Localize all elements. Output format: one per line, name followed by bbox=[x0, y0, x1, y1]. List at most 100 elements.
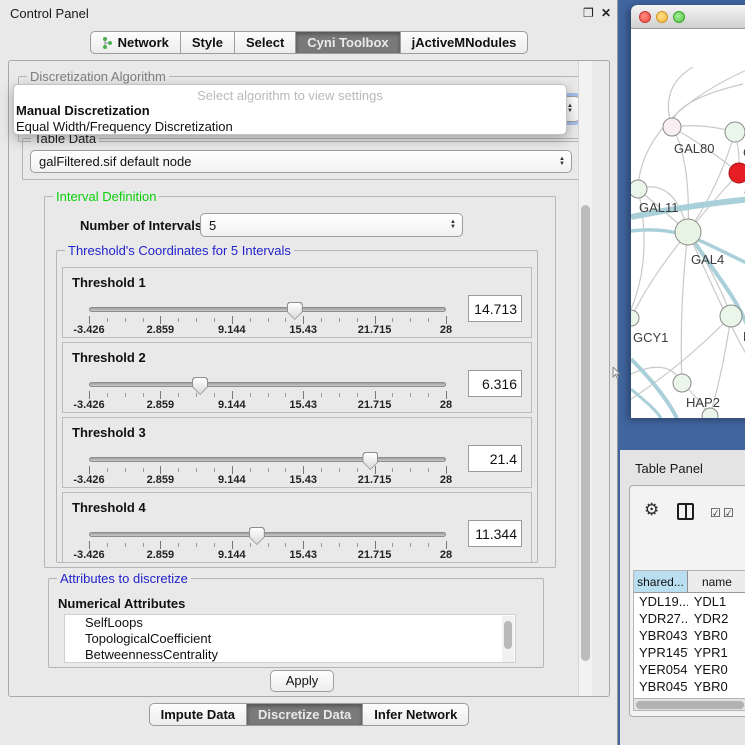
column-header-name[interactable]: name bbox=[688, 571, 745, 592]
tick-mark bbox=[357, 393, 358, 397]
threshold-label: Threshold 3 bbox=[72, 425, 146, 440]
tick-label: 15.43 bbox=[289, 399, 317, 411]
attribute-items: SelfLoopsTopologicalCoefficientBetweenne… bbox=[65, 615, 515, 663]
table-row[interactable]: YER054CYER0 bbox=[634, 661, 745, 678]
tab-network[interactable]: Network bbox=[90, 31, 181, 54]
node-red-selected[interactable] bbox=[729, 163, 745, 183]
tab-select[interactable]: Select bbox=[235, 31, 296, 54]
algorithm-dropdown-popup: Select algorithm to view settings Manual… bbox=[13, 84, 567, 135]
tick-mark bbox=[143, 468, 144, 472]
network-canvas[interactable]: GAL80 G GAL11 C GAL4 GCY1 H HAP2 bbox=[631, 29, 745, 418]
table-row[interactable]: YDR27...YDR2 bbox=[634, 610, 745, 627]
scrollbar-thumb[interactable] bbox=[636, 701, 744, 709]
tick-mark bbox=[160, 391, 161, 399]
node-top-right[interactable] bbox=[725, 122, 745, 142]
tick-mark bbox=[143, 543, 144, 547]
threshold-2-value-field[interactable]: 6.316 bbox=[468, 370, 522, 397]
mac-close-button[interactable] bbox=[639, 11, 651, 23]
attribute-item[interactable]: BetweennessCentrality bbox=[65, 647, 515, 663]
tick-mark bbox=[357, 468, 358, 472]
node-gcy1[interactable] bbox=[631, 310, 639, 326]
close-icon[interactable]: ✕ bbox=[601, 6, 611, 20]
tick-mark bbox=[214, 393, 215, 397]
table-row[interactable]: YBR045CYBR0 bbox=[634, 678, 745, 695]
apply-button[interactable]: Apply bbox=[270, 670, 334, 692]
tick-mark bbox=[339, 393, 340, 397]
float-window-icon[interactable]: ❐ bbox=[583, 6, 594, 20]
node-gal80[interactable] bbox=[663, 118, 681, 136]
content-vertical-scrollbar[interactable] bbox=[578, 61, 592, 696]
table-row[interactable]: YBR043CYBR0 bbox=[634, 627, 745, 644]
tick-mark bbox=[125, 318, 126, 322]
scrollbar-thumb[interactable] bbox=[581, 205, 590, 661]
slider-scale-labels: -3.4262.8599.14415.4321.71528 bbox=[89, 324, 446, 336]
tick-mark bbox=[392, 318, 393, 322]
table-horizontal-scrollbar[interactable] bbox=[633, 698, 745, 711]
numerical-attributes-list[interactable]: SelfLoopsTopologicalCoefficientBetweenne… bbox=[64, 614, 516, 663]
group-title: Interval Definition bbox=[53, 190, 159, 203]
threshold-1-value-field[interactable]: 14.713 bbox=[468, 295, 522, 322]
number-of-intervals-select[interactable]: 5 ▲▼ bbox=[200, 213, 463, 237]
tick-mark bbox=[196, 468, 197, 472]
node-gal11[interactable] bbox=[631, 180, 647, 198]
network-graph-svg: GAL80 G GAL11 C GAL4 GCY1 H HAP2 bbox=[631, 29, 745, 418]
columns-icon[interactable] bbox=[677, 503, 694, 520]
tab-label: Select bbox=[246, 35, 284, 50]
tick-label: 15.43 bbox=[289, 474, 317, 486]
tick-mark bbox=[339, 468, 340, 472]
tick-mark bbox=[428, 468, 429, 472]
threshold-4-slider[interactable] bbox=[89, 532, 446, 537]
threshold-3-slider[interactable] bbox=[89, 457, 446, 462]
scrollbar-thumb[interactable] bbox=[504, 621, 512, 649]
checkbox-icon[interactable]: ☑ bbox=[710, 506, 721, 520]
tick-mark bbox=[339, 543, 340, 547]
node-hap2[interactable] bbox=[673, 374, 691, 392]
popup-option[interactable]: Manual Discretization bbox=[14, 103, 566, 119]
cell-name: YBR0 bbox=[688, 627, 745, 644]
threshold-3-value-field[interactable]: 21.4 bbox=[468, 445, 522, 472]
network-nodes[interactable] bbox=[631, 118, 745, 418]
tab-style[interactable]: Style bbox=[181, 31, 235, 54]
mac-zoom-button[interactable] bbox=[673, 11, 685, 23]
tick-mark bbox=[250, 468, 251, 472]
tab-infer-network[interactable]: Infer Network bbox=[363, 703, 469, 726]
network-view-window[interactable]: GAL80 G GAL11 C GAL4 GCY1 H HAP2 bbox=[631, 5, 745, 418]
network-window-titlebar[interactable] bbox=[631, 5, 745, 29]
attribute-item[interactable]: SelfLoops bbox=[65, 615, 515, 631]
threshold-4-value-field[interactable]: 11.344 bbox=[468, 520, 522, 547]
node-attribute-table[interactable]: shared... name YDL19...YDL1YDR27...YDR2Y… bbox=[633, 570, 745, 698]
node-label-hap2: HAP2 bbox=[686, 395, 720, 410]
slider-ticks bbox=[89, 391, 446, 399]
tick-mark bbox=[178, 468, 179, 472]
tick-label: 28 bbox=[440, 324, 452, 336]
threshold-2-slider[interactable] bbox=[89, 382, 446, 387]
popup-option[interactable]: Equal Width/Frequency Discretization bbox=[14, 119, 566, 135]
slider-scale-labels: -3.4262.8599.14415.4321.71528 bbox=[89, 549, 446, 561]
column-header-shared-name[interactable]: shared... bbox=[634, 571, 688, 592]
tick-mark bbox=[321, 318, 322, 322]
node-h[interactable] bbox=[720, 305, 742, 327]
gear-icon[interactable]: ⚙ bbox=[644, 500, 659, 520]
tick-mark bbox=[303, 316, 304, 324]
threshold-1-slider[interactable] bbox=[89, 307, 446, 312]
tick-label: 2.859 bbox=[147, 549, 175, 561]
attribute-item[interactable]: TopologicalCoefficient bbox=[65, 631, 515, 647]
slider-scale-labels: -3.4262.8599.14415.4321.71528 bbox=[89, 474, 446, 486]
mac-minimize-button[interactable] bbox=[656, 11, 668, 23]
tab-cyni-toolbox[interactable]: Cyni Toolbox bbox=[296, 31, 400, 54]
tab-discretize-data[interactable]: Discretize Data bbox=[247, 703, 363, 726]
table-row[interactable]: YPR145WYPR1 bbox=[634, 644, 745, 661]
tick-mark bbox=[410, 318, 411, 322]
checkbox-icon[interactable]: ☑ bbox=[723, 506, 734, 520]
node-label-gcy1: GCY1 bbox=[633, 330, 668, 345]
tick-mark bbox=[375, 466, 376, 474]
tab-jactivemnodules[interactable]: jActiveMNodules bbox=[401, 31, 529, 54]
attributes-scrollbar[interactable] bbox=[502, 616, 514, 662]
tick-mark bbox=[285, 393, 286, 397]
tab-impute-data[interactable]: Impute Data bbox=[149, 703, 247, 726]
table-data-select[interactable]: galFiltered.sif default node ▲▼ bbox=[30, 150, 572, 173]
table-row[interactable]: YDL19...YDL1 bbox=[634, 593, 745, 610]
node-gal4[interactable] bbox=[675, 219, 701, 245]
tick-label: 15.43 bbox=[289, 549, 317, 561]
tick-mark bbox=[392, 468, 393, 472]
